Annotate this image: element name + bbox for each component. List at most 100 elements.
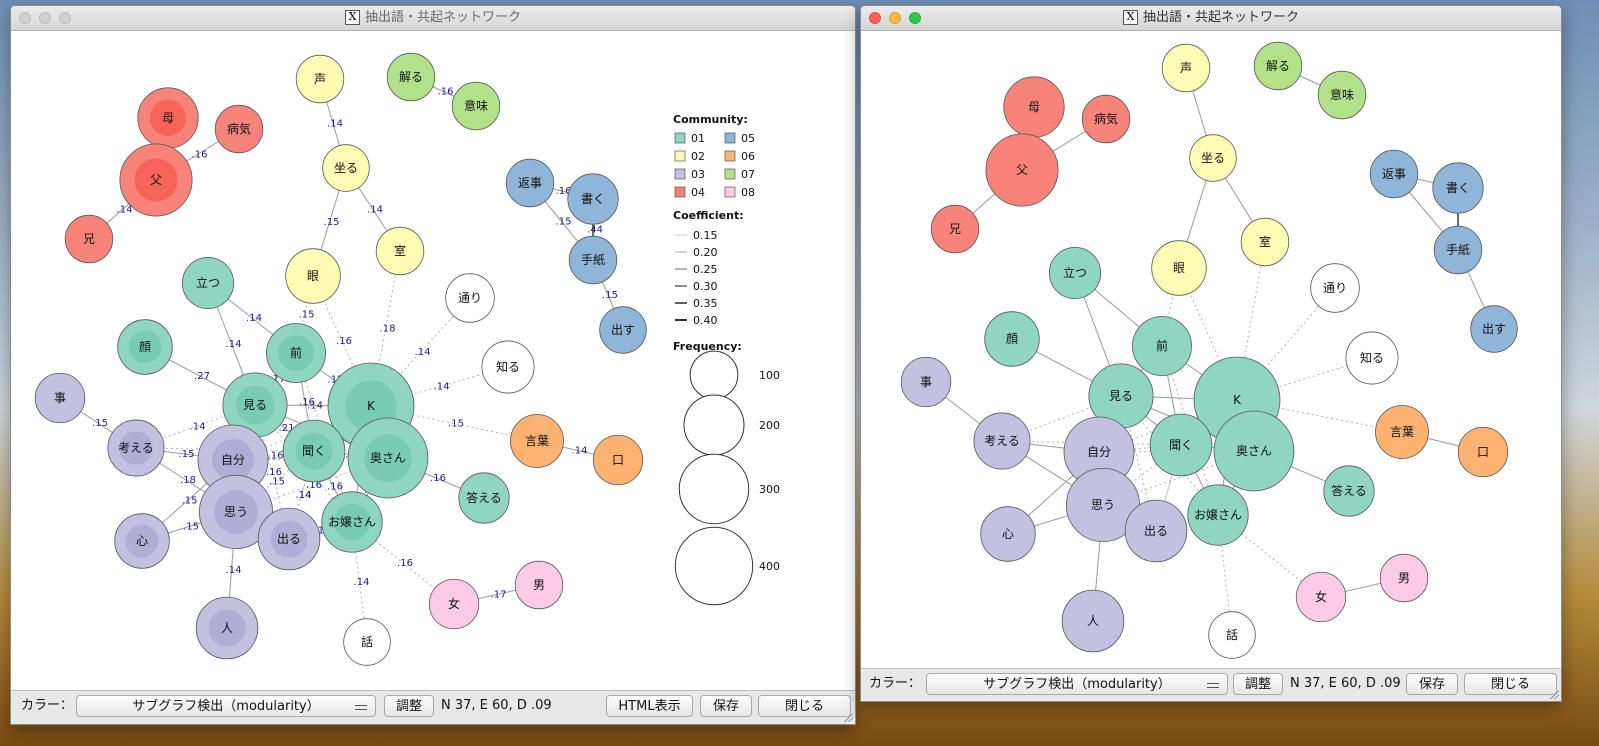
network-node[interactable]: 話 bbox=[1208, 611, 1256, 659]
right-resize-grip[interactable] bbox=[1549, 689, 1559, 699]
node-label: 坐る bbox=[334, 161, 358, 175]
edge-weight-label: .16 bbox=[438, 87, 454, 98]
network-node[interactable]: 言葉 bbox=[1375, 405, 1429, 459]
network-node[interactable]: 人 bbox=[195, 596, 259, 660]
html-view-button[interactable]: HTML表示 bbox=[606, 695, 693, 717]
network-node[interactable]: 男 bbox=[1379, 553, 1429, 603]
network-node[interactable]: 出る bbox=[257, 507, 321, 571]
network-node[interactable]: 通り bbox=[445, 273, 495, 323]
network-node[interactable]: 知る bbox=[481, 340, 535, 394]
network-node[interactable]: 返事 bbox=[505, 158, 555, 208]
node-label: 書く bbox=[1446, 181, 1470, 195]
network-node[interactable]: 事 bbox=[34, 372, 86, 424]
legend-community-label: 06 bbox=[741, 150, 755, 163]
network-node[interactable]: 解る bbox=[386, 52, 436, 102]
left-window-title: 抽出語・共起ネットワーク bbox=[364, 10, 521, 25]
network-node[interactable]: 坐る bbox=[322, 144, 370, 192]
network-node[interactable]: 顔 bbox=[984, 311, 1040, 367]
edge-weight-label: .15 bbox=[556, 217, 572, 228]
right-network-canvas[interactable]: K 奥さん 見る聞く 前お嬢さん 顔 立つ答える 自分思う出る 考える心人 事 母父 病気兄 声坐る室… bbox=[861, 31, 1561, 669]
network-node[interactable]: お嬢さん bbox=[321, 491, 383, 553]
network-node[interactable]: 声 bbox=[1161, 43, 1211, 93]
network-node[interactable]: 母 bbox=[137, 87, 199, 149]
network-node[interactable]: 考える bbox=[107, 419, 165, 477]
right-save-button[interactable]: 保存 bbox=[1406, 673, 1458, 695]
network-node[interactable]: 奥さん bbox=[347, 417, 429, 499]
left-color-label: カラー： bbox=[21, 698, 74, 713]
network-node[interactable]: 知る bbox=[1345, 331, 1399, 385]
node-label: 出る bbox=[1144, 524, 1168, 538]
network-node[interactable]: 聞く bbox=[1149, 413, 1213, 477]
network-node[interactable]: 答える bbox=[1323, 465, 1375, 517]
network-node[interactable]: 病気 bbox=[1081, 94, 1131, 144]
network-node[interactable]: 出す bbox=[599, 306, 647, 354]
node-label: 聞く bbox=[302, 444, 326, 458]
network-node[interactable]: 話 bbox=[343, 618, 391, 666]
node-label: 話 bbox=[361, 634, 373, 649]
network-node[interactable]: 室 bbox=[1240, 217, 1290, 267]
network-node[interactable]: 奥さん bbox=[1213, 410, 1295, 492]
network-node[interactable]: 意味 bbox=[1317, 70, 1367, 120]
left-network-canvas[interactable]: .33.16.14.14.15.14.16.16.15.44.15.14.17.… bbox=[11, 31, 855, 691]
left-close-button[interactable]: 閉じる bbox=[758, 695, 851, 717]
network-node[interactable]: 口 bbox=[592, 434, 644, 486]
network-node[interactable]: 眼 bbox=[1151, 240, 1207, 296]
right-close-button[interactable]: 閉じる bbox=[1464, 673, 1557, 695]
network-node[interactable]: 手紙 bbox=[1433, 225, 1483, 275]
network-node[interactable]: 返事 bbox=[1369, 149, 1419, 199]
network-node[interactable]: 前 bbox=[266, 323, 326, 383]
left-save-button[interactable]: 保存 bbox=[700, 695, 752, 717]
network-node[interactable]: 眼 bbox=[285, 248, 341, 304]
network-node[interactable]: 坐る bbox=[1189, 134, 1237, 182]
network-node[interactable]: 男 bbox=[514, 560, 564, 610]
network-node[interactable]: 意味 bbox=[451, 81, 501, 131]
edge-weight-label: .15 bbox=[602, 290, 618, 301]
node-label: 男 bbox=[1398, 571, 1410, 585]
network-node[interactable]: 事 bbox=[900, 356, 952, 408]
network-node[interactable]: 顔 bbox=[117, 319, 173, 375]
left-titlebar[interactable]: X 抽出語・共起ネットワーク bbox=[11, 6, 855, 31]
network-node[interactable]: 兄 bbox=[930, 204, 980, 254]
network-node[interactable]: 考える bbox=[973, 412, 1031, 470]
network-node[interactable]: 母 bbox=[1003, 76, 1065, 138]
network-node[interactable]: 室 bbox=[375, 226, 425, 276]
network-node[interactable]: 父 bbox=[985, 133, 1059, 207]
network-node[interactable]: 口 bbox=[1457, 426, 1509, 478]
network-node[interactable]: 出す bbox=[1470, 305, 1518, 353]
network-node[interactable]: 手紙 bbox=[568, 235, 618, 285]
network-node[interactable]: 立つ bbox=[181, 256, 235, 310]
right-titlebar[interactable]: X 抽出語・共起ネットワーク bbox=[861, 6, 1561, 31]
network-node[interactable]: 通り bbox=[1310, 263, 1360, 313]
network-node[interactable]: 前 bbox=[1132, 316, 1192, 376]
network-node[interactable]: 女 bbox=[1295, 571, 1347, 623]
node-label: 母 bbox=[1028, 100, 1040, 114]
node-label: 母 bbox=[162, 111, 174, 125]
left-resize-grip[interactable] bbox=[843, 712, 853, 722]
right-color-select[interactable]: サブグラフ検出（modularity） bbox=[926, 673, 1228, 695]
network-node[interactable]: 声 bbox=[295, 54, 345, 104]
left-adjust-button[interactable]: 調整 bbox=[384, 695, 434, 717]
network-node[interactable]: 心 bbox=[114, 513, 170, 569]
network-node[interactable]: 病気 bbox=[214, 104, 264, 154]
network-node[interactable]: 人 bbox=[1061, 589, 1125, 653]
node-label: 声 bbox=[1180, 61, 1192, 75]
node-label: 言葉 bbox=[525, 434, 549, 448]
right-adjust-button[interactable]: 調整 bbox=[1233, 673, 1283, 695]
network-node[interactable]: 兄 bbox=[64, 214, 114, 264]
left-color-select[interactable]: サブグラフ検出（modularity） bbox=[76, 695, 376, 717]
network-node[interactable]: 書く bbox=[1432, 162, 1484, 214]
network-node[interactable]: 出る bbox=[1124, 499, 1188, 563]
network-node[interactable]: 答える bbox=[458, 472, 510, 524]
network-node[interactable]: 立つ bbox=[1048, 246, 1102, 300]
node-label: 見る bbox=[243, 398, 267, 412]
network-node[interactable]: 言葉 bbox=[510, 414, 564, 468]
network-node[interactable]: 女 bbox=[428, 578, 480, 630]
network-node[interactable]: 心 bbox=[980, 506, 1036, 562]
node-label: 男 bbox=[533, 578, 545, 592]
network-node[interactable]: お嬢さん bbox=[1187, 484, 1249, 546]
node-label: 室 bbox=[1259, 234, 1271, 249]
network-node[interactable]: 父 bbox=[119, 143, 193, 217]
network-node[interactable]: 聞く bbox=[282, 419, 346, 483]
network-node[interactable]: 解る bbox=[1253, 41, 1303, 91]
network-node[interactable]: 書く bbox=[567, 173, 619, 225]
